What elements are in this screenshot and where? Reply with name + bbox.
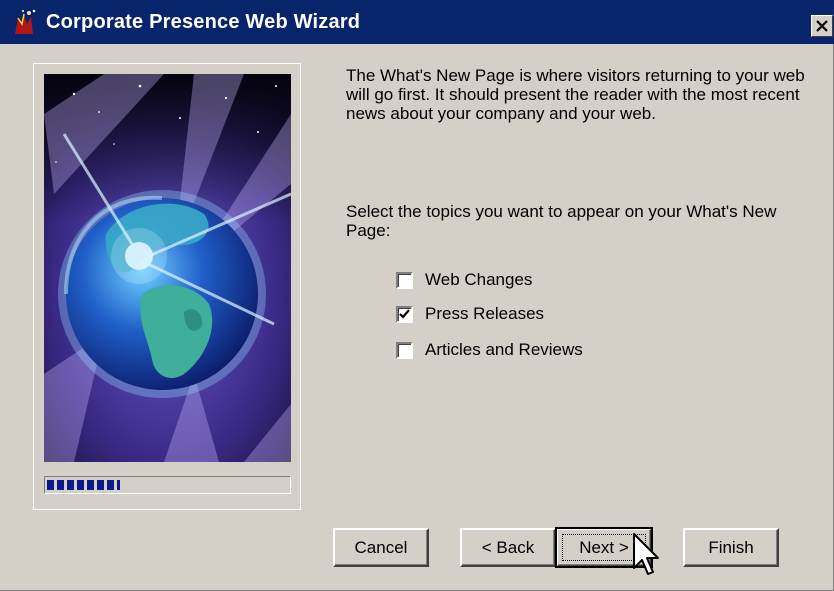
title-bar: Corporate Presence Web Wizard bbox=[0, 0, 834, 44]
articles-reviews-label: Articles and Reviews bbox=[425, 340, 583, 359]
web-changes-checkbox[interactable] bbox=[396, 271, 413, 289]
finish-button[interactable]: Finish bbox=[683, 528, 779, 567]
globe-illustration bbox=[44, 74, 291, 462]
wizard-dialog: Corporate Presence Web Wizard The What's… bbox=[0, 0, 834, 591]
progress-fill bbox=[47, 480, 120, 490]
close-button[interactable] bbox=[811, 15, 833, 37]
window-title: Corporate Presence Web Wizard bbox=[46, 11, 361, 33]
cancel-button[interactable]: Cancel bbox=[333, 528, 429, 567]
web-changes-label: Web Changes bbox=[425, 270, 533, 289]
press-releases-checkbox[interactable] bbox=[396, 305, 413, 323]
checkmark-icon bbox=[399, 308, 410, 319]
topic-press-releases[interactable]: Press Releases bbox=[396, 303, 544, 325]
articles-reviews-checkbox[interactable] bbox=[396, 341, 413, 359]
wizard-progress-bar bbox=[44, 476, 291, 494]
back-button[interactable]: < Back bbox=[460, 528, 556, 567]
topic-articles-reviews[interactable]: Articles and Reviews bbox=[396, 339, 583, 361]
mouse-pointer-icon bbox=[633, 533, 659, 575]
next-button-label: Next > bbox=[579, 537, 629, 557]
page-description: The What's New Page is where visitors re… bbox=[346, 66, 805, 123]
close-icon bbox=[816, 20, 828, 32]
topic-web-changes[interactable]: Web Changes bbox=[396, 269, 532, 291]
topics-prompt: Select the topics you want to appear on … bbox=[346, 202, 777, 240]
press-releases-label: Press Releases bbox=[425, 304, 545, 323]
frontpage-wizard-icon bbox=[15, 9, 36, 34]
